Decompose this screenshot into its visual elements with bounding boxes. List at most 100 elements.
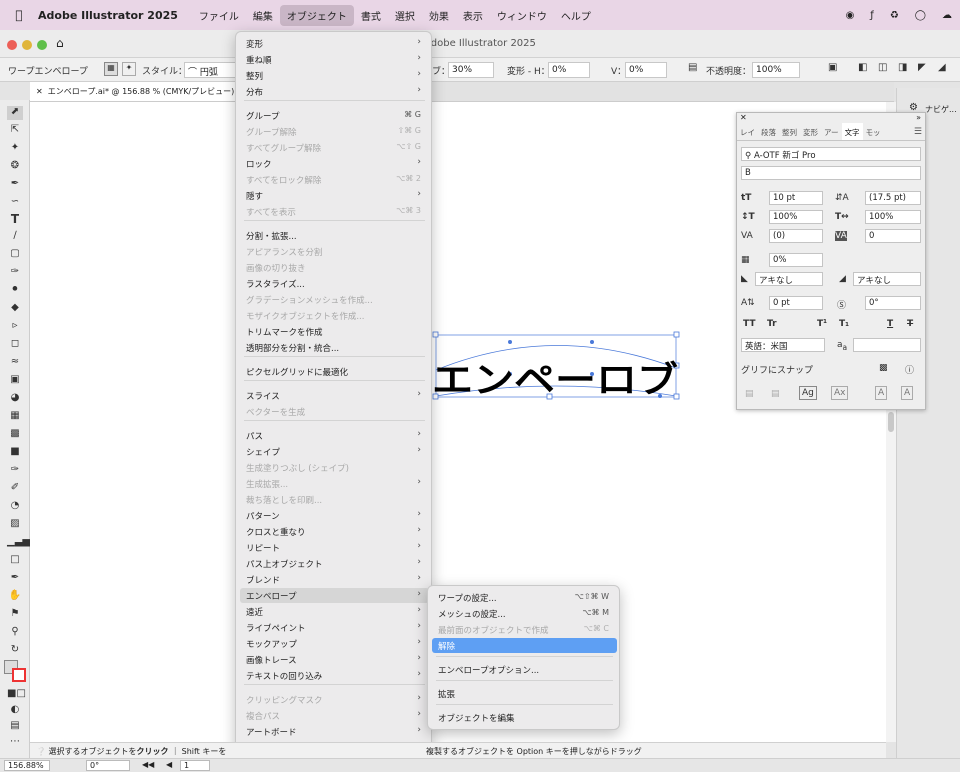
- color-mode-icon[interactable]: ■□: [7, 688, 26, 702]
- status-app-icon[interactable]: ◉: [846, 10, 855, 21]
- h-distortion-field[interactable]: 0%: [548, 62, 590, 78]
- zoom-field[interactable]: 156.88%: [4, 760, 50, 771]
- handle-top-right[interactable]: [673, 331, 680, 338]
- menu-file[interactable]: ファイル: [192, 5, 246, 26]
- small-caps-button[interactable]: Tr: [767, 319, 777, 329]
- object-menu-item[interactable]: 生成拡張... ›: [240, 476, 429, 491]
- font-size-field[interactable]: 10 pt: [769, 191, 823, 205]
- swap-fill-stroke-icon[interactable]: ↻: [7, 644, 23, 658]
- object-menu-item[interactable]: ライブペイント ›: [240, 620, 429, 635]
- snap-proximity-icon[interactable]: Ax: [831, 386, 849, 400]
- object-menu-item[interactable]: トリムマークを作成: [240, 324, 429, 339]
- menu-help[interactable]: ヘルプ: [554, 5, 598, 26]
- object-menu-item[interactable]: 裁ち落としを印刷...: [240, 492, 429, 507]
- slice-tool-icon[interactable]: ✒: [7, 572, 23, 586]
- horizontal-scale-field[interactable]: 100%: [865, 210, 921, 224]
- superscript-button[interactable]: T¹: [817, 319, 827, 329]
- object-menu-item[interactable]: 複合パス ›: [240, 708, 429, 723]
- bend-field[interactable]: 30%: [448, 62, 494, 78]
- tab-character[interactable]: 文字: [841, 123, 863, 140]
- object-menu-item[interactable]: モックアップ ›: [240, 636, 429, 651]
- menu-select[interactable]: 選択: [388, 5, 422, 26]
- aki-right-dropdown[interactable]: アキなし: [853, 272, 921, 286]
- envelope-menu-item[interactable]: メッシュの設定... ⌥⌘ M: [432, 606, 617, 621]
- direct-selection-tool-icon[interactable]: ⇱: [7, 124, 23, 138]
- anchor-point[interactable]: [508, 340, 512, 344]
- edit-envelope-icon[interactable]: ▦: [104, 62, 118, 76]
- handle-top-left[interactable]: [432, 331, 439, 338]
- selection-tool-icon[interactable]: ⬈: [7, 106, 23, 120]
- object-menu-item[interactable]: 整列 ›: [240, 68, 429, 83]
- object-menu-item[interactable]: パス ›: [240, 428, 429, 443]
- align-right-icon[interactable]: ◨: [898, 62, 907, 73]
- underline-button[interactable]: T: [887, 319, 893, 329]
- tab-paragraph[interactable]: 段落: [758, 123, 779, 140]
- object-menu-item[interactable]: スライス ›: [240, 388, 429, 403]
- perspective-grid-tool-icon[interactable]: ▦: [7, 410, 23, 424]
- curvature-tool-icon[interactable]: ∽: [7, 196, 23, 210]
- object-menu-item[interactable]: 隠す ›: [240, 188, 429, 203]
- object-menu-item[interactable]: 重ね順 ›: [240, 52, 429, 67]
- envelope-menu-item[interactable]: オブジェクトを編集: [432, 710, 617, 725]
- object-menu-item[interactable]: 分割・拡張...: [240, 228, 429, 243]
- pen-tool-icon[interactable]: ✒: [7, 178, 23, 192]
- tab-align[interactable]: 整列: [779, 123, 800, 140]
- panel-collapse-icon[interactable]: »: [916, 113, 921, 122]
- object-menu-item[interactable]: アピアランスを分割: [240, 244, 429, 259]
- screen-mode-icon[interactable]: ▤: [7, 720, 23, 734]
- rectangle-tool-icon[interactable]: ▢: [7, 248, 23, 262]
- tab-artboards[interactable]: アー: [821, 123, 842, 140]
- menu-effect[interactable]: 効果: [422, 5, 456, 26]
- apple-icon[interactable]: : [0, 8, 38, 22]
- envelope-menu-item[interactable]: 解除: [432, 638, 617, 653]
- object-menu-item[interactable]: ピクセルグリッドに最適化: [240, 364, 429, 379]
- stroke-color-swatch[interactable]: [12, 668, 26, 682]
- font-family-dropdown[interactable]: ⚲ A-OTF 新ゴ Pro: [741, 147, 921, 161]
- envelope-object[interactable]: エンペーロブ: [424, 330, 688, 404]
- rotation-field[interactable]: 0°: [86, 760, 130, 771]
- panel-menu-icon[interactable]: ☰: [911, 123, 925, 140]
- warp-tool-icon[interactable]: ≈: [7, 356, 23, 370]
- panel-close-icon[interactable]: ✕: [740, 113, 747, 122]
- scale-tool-icon[interactable]: ◻: [7, 338, 23, 352]
- tracking-field[interactable]: 0: [865, 229, 921, 243]
- menu-edit[interactable]: 編集: [246, 5, 280, 26]
- font-style-dropdown[interactable]: B: [741, 166, 921, 180]
- hand-tool-icon[interactable]: ✋: [7, 590, 23, 604]
- first-artboard-icon[interactable]: ◀◀: [142, 760, 154, 769]
- tsume-field[interactable]: 0%: [769, 253, 823, 267]
- artboard-number-field[interactable]: 1: [180, 760, 210, 771]
- menu-object[interactable]: オブジェクト: [279, 4, 354, 26]
- align-top-icon[interactable]: ◤: [918, 62, 926, 73]
- app-name[interactable]: Adobe Illustrator 2025: [38, 9, 178, 22]
- leading-field[interactable]: (17.5 pt): [865, 191, 921, 205]
- draw-mode-icon[interactable]: ◐: [7, 704, 23, 718]
- vertical-scale-field[interactable]: 100%: [769, 210, 823, 224]
- properties-icon[interactable]: ▤: [688, 62, 697, 73]
- object-menu-item[interactable]: クリッピングマスク ›: [240, 692, 429, 707]
- envelope-menu-item[interactable]: 拡張: [432, 686, 617, 701]
- shape-builder-tool-icon[interactable]: ◕: [7, 392, 23, 406]
- snap-angular-icon[interactable]: A: [875, 386, 888, 400]
- tab-mockup[interactable]: モッ: [863, 123, 884, 140]
- status-eye-icon[interactable]: ◯: [915, 10, 926, 21]
- baseline-shift-field[interactable]: 0 pt: [769, 296, 823, 310]
- blend-tool-icon[interactable]: ◔: [7, 500, 23, 514]
- tab-layers[interactable]: レイ: [737, 123, 758, 140]
- menu-type[interactable]: 書式: [354, 5, 388, 26]
- object-menu-item[interactable]: リピート ›: [240, 540, 429, 555]
- subscript-button[interactable]: T₁: [839, 319, 849, 329]
- more-tools-icon[interactable]: ⋯: [7, 736, 23, 750]
- snap-glyph-bounds-icon[interactable]: Ag: [799, 386, 817, 400]
- info-icon[interactable]: ⓘ: [905, 363, 914, 376]
- free-transform-tool-icon[interactable]: ▣: [7, 374, 23, 388]
- cloud-icon[interactable]: ☁: [942, 10, 952, 21]
- opacity-field[interactable]: 100%: [752, 62, 800, 78]
- rotate-view-tool-icon[interactable]: ⚑: [7, 608, 23, 622]
- status-sync-icon[interactable]: ♻: [890, 10, 899, 21]
- envelope-menu-item[interactable]: ワープの設定... ⌥⇧⌘ W: [432, 590, 617, 605]
- object-menu-item[interactable]: エンベロープ ›: [240, 588, 429, 603]
- language-dropdown[interactable]: 英語：米国: [741, 338, 825, 352]
- shaper-tool-icon[interactable]: ⚫: [7, 284, 23, 298]
- strikethrough-button[interactable]: T: [907, 319, 913, 329]
